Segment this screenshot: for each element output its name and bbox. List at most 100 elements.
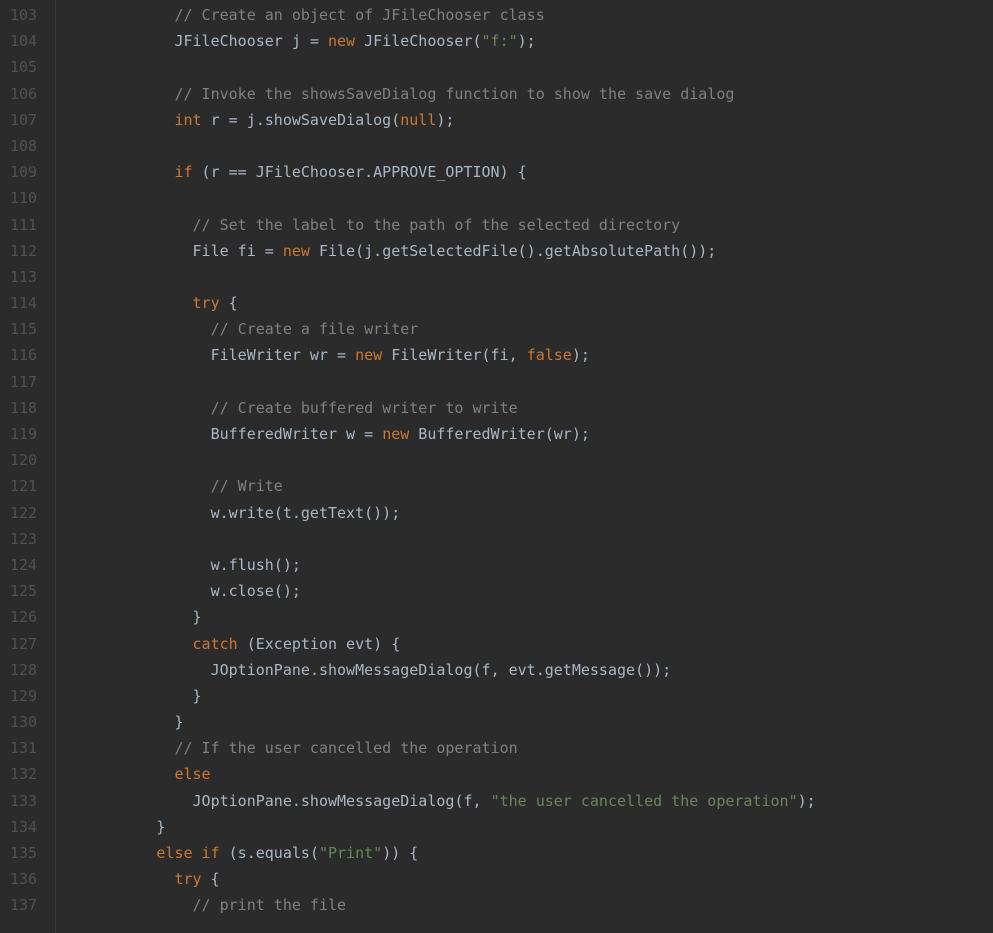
line-number: 122: [10, 500, 37, 526]
code-token: ();: [274, 556, 301, 574]
line-number: 132: [10, 761, 37, 787]
code-token: JOptionPane: [211, 661, 310, 679]
line-number: 112: [10, 238, 37, 264]
code-token: {: [220, 294, 238, 312]
code-line[interactable]: [66, 447, 993, 473]
code-token: ,: [491, 661, 509, 679]
code-line[interactable]: JFileChooser j = new JFileChooser("f:");: [66, 28, 993, 54]
code-line[interactable]: // Create buffered writer to write: [66, 395, 993, 421]
code-token: "the user cancelled the operation": [491, 792, 798, 810]
code-line[interactable]: File fi = new File(j.getSelectedFile().g…: [66, 238, 993, 264]
line-number: 125: [10, 578, 37, 604]
code-token: =: [229, 111, 247, 129]
code-token: (t.: [274, 504, 301, 522]
line-number: 136: [10, 866, 37, 892]
code-token: (: [310, 844, 319, 862]
code-line[interactable]: JOptionPane.showMessageDialog(f, "the us…: [66, 788, 993, 814]
code-token: File: [310, 242, 355, 260]
code-token: // Create a file writer: [211, 320, 419, 338]
code-line[interactable]: catch (Exception evt) {: [66, 631, 993, 657]
code-line[interactable]: // Invoke the showsSaveDialog function t…: [66, 81, 993, 107]
code-token: // Set the label to the path of the sele…: [193, 216, 681, 234]
code-line[interactable]: [66, 185, 993, 211]
code-token: (f: [454, 792, 472, 810]
code-token: // Invoke the showsSaveDialog function t…: [174, 85, 734, 103]
code-token: close: [229, 582, 274, 600]
code-token: JFileChooser j: [174, 32, 309, 50]
code-line[interactable]: [66, 54, 993, 80]
code-token: ,: [473, 792, 491, 810]
code-line[interactable]: FileWriter wr = new FileWriter(fi, false…: [66, 342, 993, 368]
code-line[interactable]: [66, 369, 993, 395]
code-token: ());: [680, 242, 716, 260]
code-token: "Print": [319, 844, 382, 862]
code-token: }: [193, 608, 202, 626]
code-token: (s.: [220, 844, 256, 862]
code-token: evt: [509, 661, 536, 679]
code-token: (f: [473, 661, 491, 679]
code-token: new: [328, 32, 355, 50]
code-token: }: [174, 713, 183, 731]
code-line[interactable]: try {: [66, 290, 993, 316]
code-token: if: [174, 163, 192, 181]
code-token: )) {: [382, 844, 418, 862]
code-token: FileWriter: [382, 346, 481, 364]
code-line[interactable]: w.write(t.getText());: [66, 500, 993, 526]
code-line[interactable]: w.close();: [66, 578, 993, 604]
code-line[interactable]: // Write: [66, 473, 993, 499]
code-line[interactable]: w.flush();: [66, 552, 993, 578]
line-number: 118: [10, 395, 37, 421]
code-token: File fi: [193, 242, 265, 260]
code-line[interactable]: [66, 526, 993, 552]
code-token: (Exception evt) {: [238, 635, 401, 653]
code-line[interactable]: }: [66, 814, 993, 840]
code-token: BufferedWriter w: [211, 425, 365, 443]
line-number: 129: [10, 683, 37, 709]
line-number-gutter: 1031041051061071081091101111121131141151…: [0, 0, 56, 933]
code-token: ());: [635, 661, 671, 679]
code-line[interactable]: }: [66, 683, 993, 709]
code-token: w: [211, 556, 220, 574]
code-editor[interactable]: // Create an object of JFileChooser clas…: [56, 0, 993, 933]
code-line[interactable]: else if (s.equals("Print")) {: [66, 840, 993, 866]
code-token: getText: [301, 504, 364, 522]
code-token: }: [156, 818, 165, 836]
line-number: 131: [10, 735, 37, 761]
code-token: catch: [193, 635, 238, 653]
code-token: ,: [509, 346, 527, 364]
code-token: =: [310, 32, 328, 50]
code-line[interactable]: // Create a file writer: [66, 316, 993, 342]
code-line[interactable]: }: [66, 709, 993, 735]
code-token: =: [337, 346, 355, 364]
code-token: =: [265, 242, 283, 260]
code-line[interactable]: // Create an object of JFileChooser clas…: [66, 2, 993, 28]
code-line[interactable]: // Set the label to the path of the sele…: [66, 212, 993, 238]
code-token: int: [174, 111, 201, 129]
line-number: 137: [10, 892, 37, 918]
code-line[interactable]: // If the user cancelled the operation: [66, 735, 993, 761]
code-line[interactable]: JOptionPane.showMessageDialog(f, evt.get…: [66, 657, 993, 683]
code-token: w: [211, 582, 220, 600]
code-line[interactable]: BufferedWriter w = new BufferedWriter(wr…: [66, 421, 993, 447]
line-number: 135: [10, 840, 37, 866]
code-line[interactable]: // print the file: [66, 892, 993, 918]
code-line[interactable]: [66, 264, 993, 290]
code-token: new: [355, 346, 382, 364]
line-number: 110: [10, 185, 37, 211]
line-number: 116: [10, 342, 37, 368]
code-token: getMessage: [545, 661, 635, 679]
code-token: (r: [193, 163, 229, 181]
code-line[interactable]: else: [66, 761, 993, 787]
line-number: 104: [10, 28, 37, 54]
code-line[interactable]: try {: [66, 866, 993, 892]
line-number: 124: [10, 552, 37, 578]
code-token: );: [436, 111, 454, 129]
code-token: ) {: [500, 163, 527, 181]
code-token: FileWriter wr: [211, 346, 337, 364]
code-line[interactable]: }: [66, 604, 993, 630]
line-number: 105: [10, 54, 37, 80]
code-line[interactable]: int r = j.showSaveDialog(null);: [66, 107, 993, 133]
line-number: 133: [10, 788, 37, 814]
code-line[interactable]: if (r == JFileChooser.APPROVE_OPTION) {: [66, 159, 993, 185]
code-line[interactable]: [66, 133, 993, 159]
